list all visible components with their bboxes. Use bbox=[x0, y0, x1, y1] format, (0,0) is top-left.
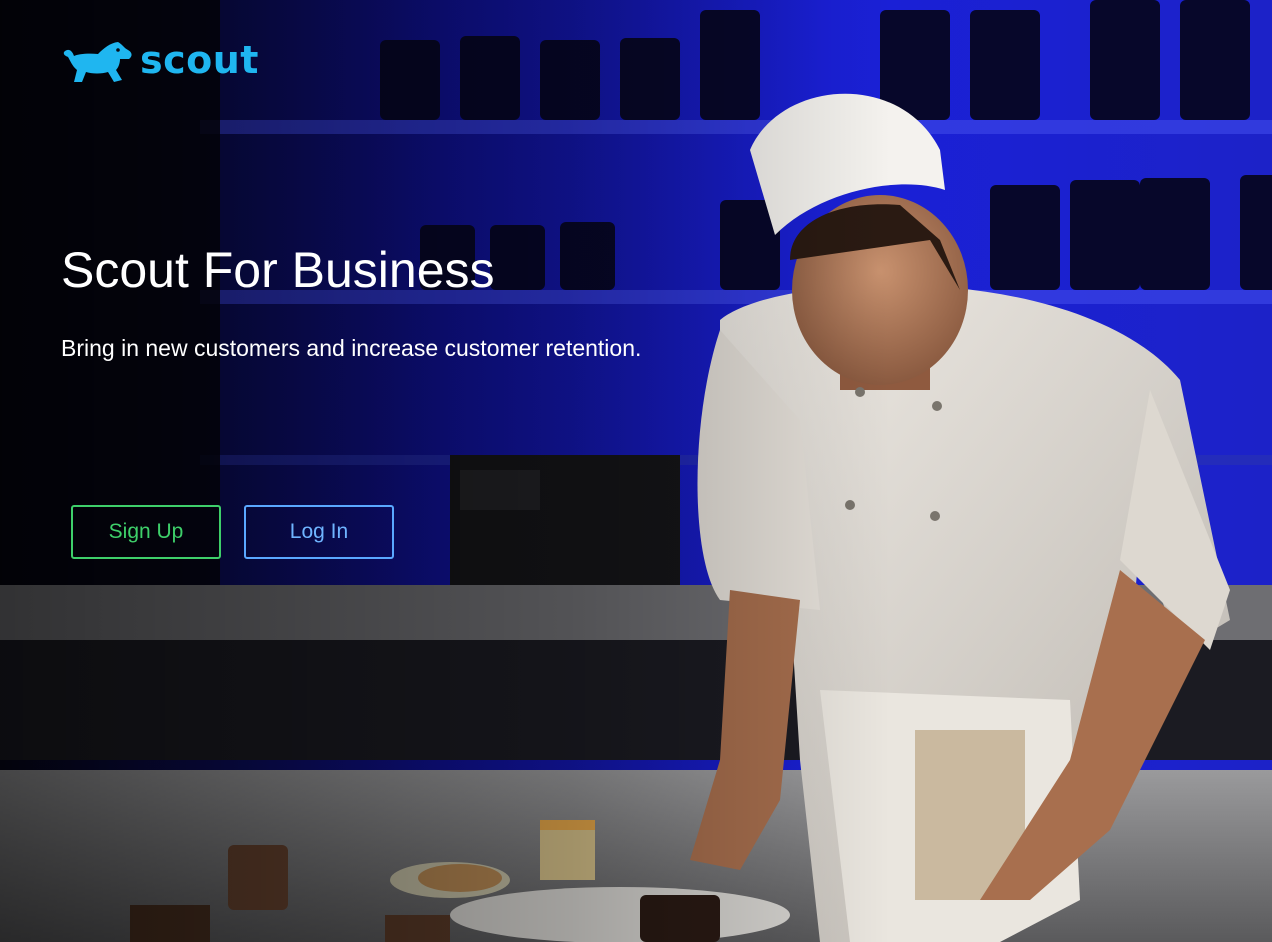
brand-wordmark: scout bbox=[140, 38, 259, 82]
hero-background-photo bbox=[0, 0, 1272, 942]
scout-logo[interactable]: scout bbox=[62, 40, 259, 84]
hero-title: Scout For Business bbox=[61, 242, 495, 298]
log-in-button[interactable]: Log In bbox=[244, 505, 394, 559]
sign-up-button[interactable]: Sign Up bbox=[71, 505, 221, 559]
dog-icon bbox=[63, 42, 132, 82]
hero-subtitle: Bring in new customers and increase cust… bbox=[61, 335, 642, 361]
